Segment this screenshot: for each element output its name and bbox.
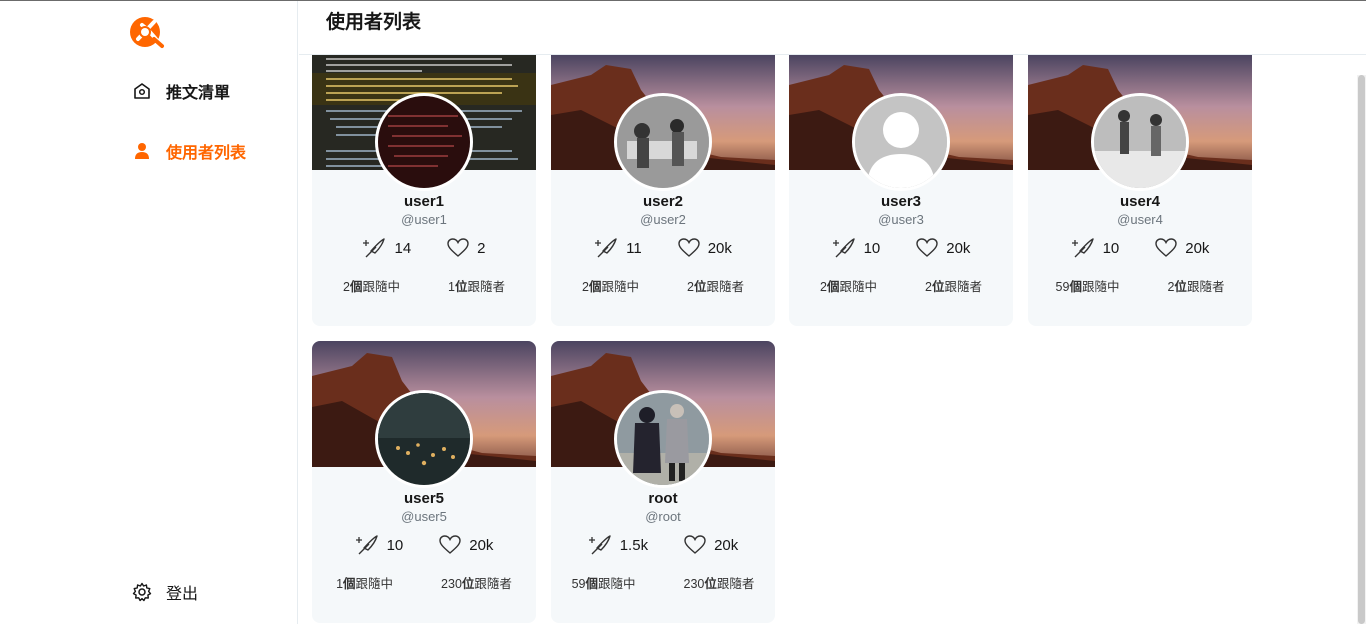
like-count-value: 20k (714, 536, 739, 554)
user-stats: 11 20k (551, 237, 775, 259)
like-count-value: 20k (946, 239, 971, 257)
user-name: user1 (403, 193, 445, 210)
user-account: @user5 (401, 509, 447, 524)
logout-button[interactable]: 登出 (130, 577, 198, 607)
like-count-value: 2 (477, 239, 486, 257)
follower-count[interactable]: 230位跟隨者 (684, 573, 755, 592)
follow-info: 2個跟隨中 1位跟隨者 (312, 276, 536, 295)
like-count: 20k (916, 238, 970, 258)
user-stats: 10 20k (789, 237, 1013, 259)
like-count: 20k (677, 238, 732, 258)
feather-icon (832, 238, 855, 258)
user-account: @root (645, 509, 681, 524)
user-icon (130, 139, 154, 163)
following-count[interactable]: 59個跟隨中 (1056, 276, 1120, 295)
heart-icon (677, 238, 700, 257)
user-stats: 10 20k (312, 534, 536, 556)
feather-icon (355, 535, 378, 555)
follower-count[interactable]: 1位跟隨者 (448, 276, 505, 295)
follow-info: 59個跟隨中 230位跟隨者 (551, 573, 775, 592)
following-count[interactable]: 2個跟隨中 (820, 276, 877, 295)
like-count: 20k (1155, 238, 1209, 258)
user-card[interactable]: user5 @user5 10 20k 1個跟隨中 230位跟隨者 (312, 341, 536, 623)
follower-count[interactable]: 230位跟隨者 (441, 573, 512, 592)
like-count: 20k (684, 535, 738, 555)
user-name: user2 (642, 193, 684, 210)
user-card[interactable]: root @root 1.5k 20k 59個跟隨中 230位跟隨者 (551, 341, 775, 623)
sidebar-item-tweets[interactable]: 推文清單 (130, 76, 230, 106)
avatar (614, 390, 712, 488)
user-name: user4 (1119, 193, 1161, 210)
tweet-count: 10 (355, 534, 404, 556)
heart-icon (916, 238, 938, 257)
tweet-count: 1.5k (588, 534, 648, 556)
like-count-value: 20k (469, 536, 494, 554)
feather-icon (588, 535, 611, 555)
follow-info: 2個跟隨中 2位跟隨者 (789, 276, 1013, 295)
following-count[interactable]: 59個跟隨中 (572, 573, 636, 592)
follow-info: 2個跟隨中 2位跟隨者 (551, 276, 775, 295)
follower-count[interactable]: 2位跟隨者 (687, 276, 744, 295)
avatar (375, 93, 473, 191)
tweet-count-value: 10 (1102, 239, 1120, 257)
feather-icon (1071, 238, 1094, 258)
heart-icon (1155, 238, 1177, 257)
tweet-count: 10 (1071, 237, 1120, 259)
avatar (614, 93, 712, 191)
user-account: @user3 (878, 212, 924, 227)
gear-icon (130, 580, 154, 604)
follow-info: 1個跟隨中 230位跟隨者 (312, 573, 536, 592)
feather-icon (595, 238, 617, 258)
tweet-count-value: 10 (863, 239, 881, 257)
tweet-count: 10 (832, 237, 881, 259)
user-card[interactable]: user4 @user4 10 20k 59個跟隨中 2位跟隨者 (1028, 55, 1252, 326)
user-account: @user4 (1117, 212, 1163, 227)
like-count: 20k (439, 535, 493, 555)
sidebar-item-label: 推文清單 (166, 85, 231, 102)
heart-icon (439, 535, 461, 554)
heart-icon (447, 238, 469, 257)
sidebar-item-label: 使用者列表 (166, 145, 247, 162)
user-card[interactable]: user1 @user1 14 2 2個跟隨中 1位跟隨者 (312, 55, 536, 326)
logout-label: 登出 (166, 586, 199, 603)
following-count[interactable]: 2個跟隨中 (343, 276, 400, 295)
follower-count[interactable]: 2位跟隨者 (1167, 276, 1224, 295)
user-card[interactable]: user3 @user3 10 20k 2個跟隨中 2位跟隨者 (789, 55, 1013, 326)
follow-info: 59個跟隨中 2位跟隨者 (1028, 276, 1252, 295)
avatar (1091, 93, 1189, 191)
heart-icon (684, 535, 706, 554)
following-count[interactable]: 1個跟隨中 (336, 573, 393, 592)
user-name: user5 (403, 490, 445, 507)
like-count-value: 20k (707, 239, 732, 257)
sidebar-item-users[interactable]: 使用者列表 (130, 136, 246, 166)
following-count[interactable]: 2個跟隨中 (582, 276, 639, 295)
page-header: 使用者列表 (299, 1, 1366, 55)
tweet-count: 14 (362, 237, 411, 259)
user-stats: 1.5k 20k (551, 534, 775, 556)
avatar (375, 390, 473, 488)
tweet-count-value: 10 (386, 536, 404, 554)
avatar (852, 93, 950, 191)
user-name: user3 (880, 193, 922, 210)
like-count: 2 (447, 238, 486, 258)
page-title: 使用者列表 (326, 12, 422, 33)
tweet-count-value: 14 (394, 239, 412, 257)
user-account: @user1 (401, 212, 447, 227)
home-icon (130, 79, 154, 103)
user-stats: 10 20k (1028, 237, 1252, 259)
like-count-value: 20k (1185, 239, 1210, 257)
scrollbar-track[interactable] (1357, 75, 1366, 624)
scrollbar-thumb[interactable] (1358, 75, 1365, 624)
user-stats: 14 2 (312, 237, 536, 259)
tweet-count: 11 (594, 237, 642, 259)
follower-count[interactable]: 2位跟隨者 (925, 276, 982, 295)
sidebar: 推文清單 使用者列表 登出 (0, 1, 298, 624)
feather-icon (363, 238, 386, 258)
user-account: @user2 (640, 212, 686, 227)
tweet-count-value: 11 (626, 239, 642, 257)
alphitter-logo-icon[interactable] (128, 13, 166, 51)
user-card[interactable]: user2 @user2 11 20k 2個跟隨中 2位跟隨者 (551, 55, 775, 326)
user-name: root (648, 490, 678, 507)
tweet-count-value: 1.5k (619, 536, 649, 554)
